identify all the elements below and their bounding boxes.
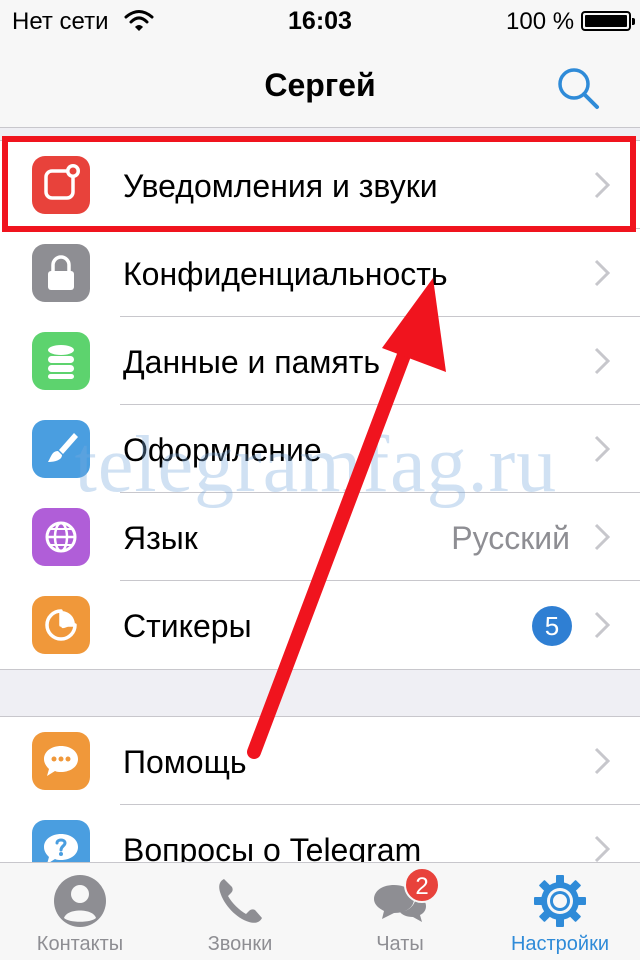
sticker-icon <box>32 596 90 654</box>
settings-item-label: Язык <box>123 520 198 556</box>
chat-bubble-icon <box>32 732 90 790</box>
settings-item-data-storage[interactable]: Данные и память <box>0 317 640 405</box>
settings-item-stickers[interactable]: Стикеры 5 <box>0 581 640 669</box>
watermark: telegramfag.ru <box>74 421 558 509</box>
settings-item-label: Конфиденциальность <box>123 256 448 292</box>
chevron-right-icon <box>594 835 610 862</box>
chevron-right-icon <box>594 435 610 463</box>
tab-calls[interactable]: Звонки <box>160 863 320 960</box>
highlight-box <box>2 136 636 232</box>
settings-item-label: Помощь <box>123 744 247 780</box>
settings-item-privacy[interactable]: Конфиденциальность <box>0 229 640 317</box>
tab-label: Чаты <box>376 933 424 955</box>
settings-item-label: Данные и память <box>123 344 381 380</box>
chevron-right-icon <box>594 747 610 775</box>
tab-label: Настройки <box>510 933 610 955</box>
nav-bar: Сергей <box>0 40 640 128</box>
settings-item-label: Вопросы о Telegram <box>123 832 422 862</box>
tab-settings[interactable]: Настройки <box>480 863 640 960</box>
settings-item-help[interactable]: Помощь <box>0 717 640 805</box>
tab-label: Звонки <box>207 933 273 955</box>
person-icon <box>54 875 106 927</box>
tab-chats[interactable]: 2 Чаты <box>320 863 480 960</box>
chevron-right-icon <box>594 259 610 287</box>
question-icon <box>32 820 90 862</box>
chevron-right-icon <box>594 523 610 551</box>
battery-percent: 100 % <box>506 8 575 35</box>
stickers-count-badge: 5 <box>532 606 572 646</box>
battery-icon <box>581 11 635 31</box>
globe-icon <box>32 508 90 566</box>
status-bar: Нет сети 16:03 100 % <box>0 0 640 40</box>
settings-item-label: Стикеры <box>123 608 252 644</box>
page-title: Сергей <box>264 67 376 103</box>
chevron-right-icon <box>594 611 610 639</box>
settings-item-faq[interactable]: Вопросы о Telegram <box>0 805 640 862</box>
language-value: Русский <box>451 520 570 556</box>
phone-icon <box>219 879 262 923</box>
tab-label: Контакты <box>36 933 124 955</box>
tab-bar: Контакты Звонки 2 Чаты Настройки <box>0 862 640 960</box>
gear-icon <box>534 875 586 927</box>
settings-group-help: Помощь Вопросы о Telegram <box>0 716 640 862</box>
tab-contacts[interactable]: Контакты <box>0 863 160 960</box>
chats-unread-badge: 2 <box>404 867 440 903</box>
chevron-right-icon <box>594 347 610 375</box>
data-storage-icon <box>32 332 90 390</box>
search-icon[interactable] <box>554 64 602 112</box>
lock-icon <box>32 244 90 302</box>
